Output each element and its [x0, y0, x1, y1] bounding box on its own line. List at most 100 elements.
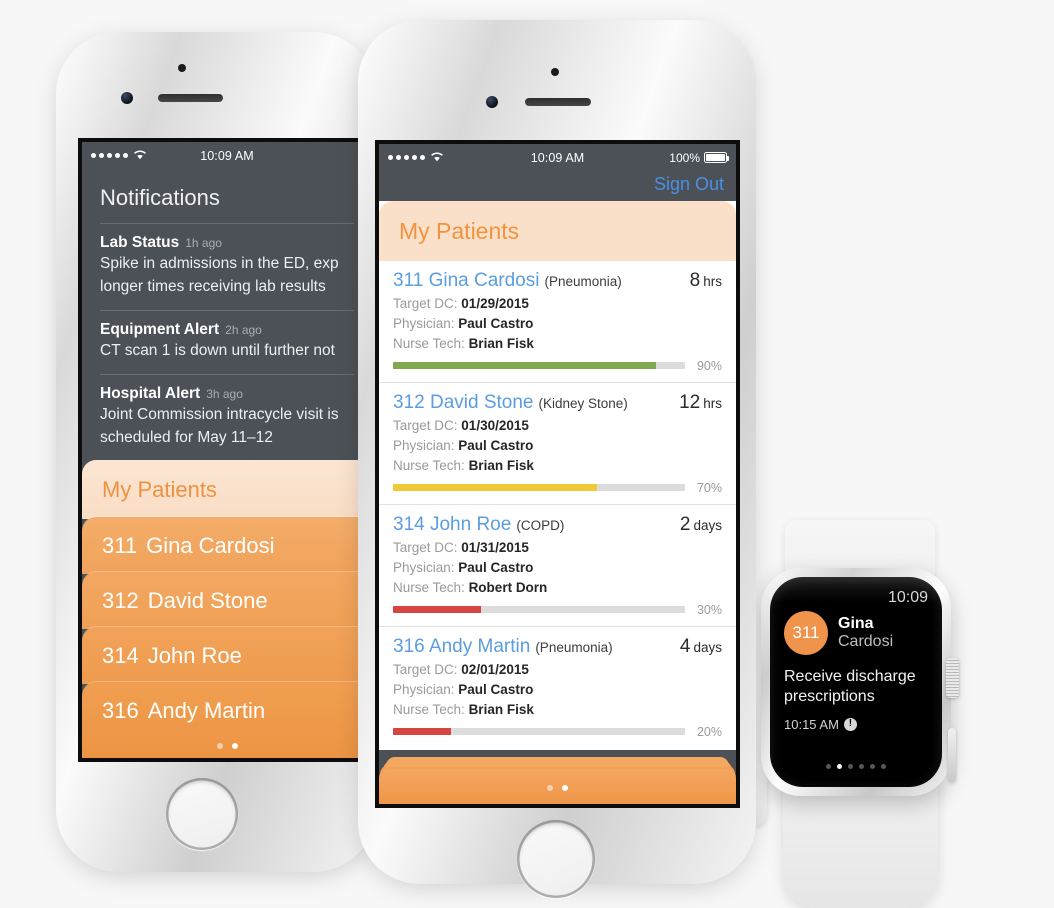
watch-timestamp: 10:15 AM [784, 716, 839, 732]
patient-meta: Target DC: 02/01/2015 Physician: Paul Ca… [393, 660, 722, 720]
patient-physician: Physician: Paul Castro [393, 559, 534, 575]
patient-name: 311 Gina Cardosi [393, 270, 540, 291]
patient-row[interactable]: 316 Andy Martin (Pneumonia) 4 days Target… [379, 625, 736, 748]
home-button-left[interactable] [166, 778, 238, 850]
battery-icon [704, 152, 730, 163]
front-camera-icon [486, 96, 498, 108]
sign-out-bar: Sign Out [379, 171, 736, 201]
patient-time-remaining: 12 hrs [679, 391, 722, 413]
notification-body-line: Spike in admissions in the ED, exp [100, 255, 339, 272]
left-card-header: My Patients [82, 460, 372, 519]
notifications-title: Notifications [100, 185, 220, 210]
notification-item[interactable]: Equipment Alert 2h ago CT scan 1 is down … [100, 309, 354, 374]
patients-header-title: My Patients [379, 201, 736, 261]
progress-fill [393, 606, 481, 614]
progress-label: 90% [696, 358, 722, 373]
left-patient-name: Gina Cardosi [146, 533, 275, 558]
notifications-list: Lab Status 1h ago Spike in admissions in … [82, 223, 372, 462]
patient-target-dc: Target DC: 01/30/2015 [393, 417, 529, 433]
progress-track [393, 484, 685, 492]
digital-crown[interactable] [946, 658, 959, 698]
left-patient-room: 316 [102, 698, 139, 723]
notification-age: 1h ago [185, 236, 222, 250]
left-patient-row[interactable]: 312 David Stone [82, 572, 372, 629]
progress-fill [393, 728, 452, 736]
watch-patient-name: Gina Cardosi [838, 614, 894, 650]
watch-case: 10:09 311 Gina Cardosi Receive discharge… [761, 568, 959, 796]
notification-body-line: longer times receiving lab results [100, 277, 326, 295]
watch-time: 10:09 [887, 589, 928, 606]
notification-item[interactable]: Hospital Alert 3h ago Joint Commission in… [100, 373, 354, 461]
iphone-right-screen: 10:09 AM 100% Sign Out My Patients 311 G… [379, 144, 736, 804]
progress-track [393, 728, 685, 736]
left-patient-name: Andy Martin [147, 698, 266, 723]
earpiece-speaker [158, 94, 223, 102]
front-camera-icon [121, 92, 133, 104]
patient-row-header: 316 Andy Martin (Pneumonia) 4 days [393, 636, 722, 658]
wifi-icon [430, 151, 444, 165]
watch-timestamp-row: 10:15 AM ! [770, 707, 942, 732]
patient-meta: Target DC: 01/29/2015 Physician: Paul Ca… [393, 294, 722, 354]
left-patient-row[interactable]: 311 Gina Cardosi [82, 517, 372, 574]
iphone-left-device: 10:09 AM Notifications Lab Status 1h ago … [56, 32, 376, 872]
notification-title: Hospital Alert 3h ago [100, 384, 243, 402]
signal-dots-icon [91, 153, 128, 158]
patient-meta: Target DC: 01/31/2015 Physician: Paul Ca… [393, 538, 722, 598]
apple-watch-device: 10:09 311 Gina Cardosi Receive discharge… [741, 520, 970, 908]
home-button-right[interactable] [517, 820, 595, 898]
patient-nurse-tech: Nurse Tech: Brian Fisk [393, 701, 534, 717]
patient-progress: 90% [393, 359, 722, 373]
watch-room-badge: 311 [784, 611, 828, 655]
left-patient-row[interactable]: 314 John Roe [82, 627, 372, 684]
left-patient-room: 311 [102, 533, 138, 558]
left-patient-name: John Roe [147, 643, 242, 668]
patient-time-remaining: 8 hrs [689, 270, 722, 291]
patient-diagnosis: (Kidney Stone) [538, 395, 628, 411]
patient-time-remaining: 2 days [679, 513, 722, 535]
patient-nurse-tech: Nurse Tech: Brian Fisk [393, 335, 534, 351]
left-page-indicator[interactable] [82, 743, 372, 749]
left-patient-room: 314 [102, 643, 139, 668]
iphone-left-screen: 10:09 AM Notifications Lab Status 1h ago … [82, 142, 372, 758]
card-edge [386, 757, 729, 767]
watch-message: Receive discharge prescriptions [784, 668, 916, 705]
watch-page-indicator[interactable] [770, 764, 942, 769]
watch-side-button[interactable] [948, 728, 956, 782]
wifi-icon [133, 149, 147, 163]
patient-row[interactable]: 311 Gina Cardosi (Pneumonia) 8 hrs Target… [379, 261, 736, 382]
progress-label: 20% [696, 724, 722, 739]
exclamation-icon: ! [843, 717, 857, 731]
patient-physician: Physician: Paul Castro [393, 315, 534, 331]
watch-band-bottom [783, 778, 938, 908]
patient-meta: Target DC: 01/30/2015 Physician: Paul Ca… [393, 416, 722, 476]
notification-title: Equipment Alert 2h ago [100, 320, 262, 338]
notification-body-line: scheduled for May 11–12 [100, 428, 273, 446]
patient-nurse-tech: Nurse Tech: Robert Dorn [393, 579, 548, 595]
patient-physician: Physician: Paul Castro [393, 681, 534, 697]
sign-out-button[interactable]: Sign Out [654, 174, 724, 194]
patient-row-header: 312 David Stone (Kidney Stone) 12 hrs [393, 392, 722, 414]
bottom-card[interactable] [379, 769, 736, 804]
progress-track [393, 362, 685, 370]
patient-progress: 30% [393, 603, 722, 617]
patient-diagnosis: (COPD) [516, 517, 565, 533]
patient-target-dc: Target DC: 02/01/2015 [393, 661, 529, 677]
status-bar-left: 10:09 AM [82, 142, 372, 169]
patient-target-dc: Target DC: 01/31/2015 [393, 539, 529, 555]
patient-row[interactable]: 312 David Stone (Kidney Stone) 12 hrs Tar… [379, 381, 736, 504]
stacked-cards[interactable] [379, 757, 736, 804]
patient-row-header: 311 Gina Cardosi (Pneumonia) 8 hrs [393, 270, 722, 292]
notification-age: 3h ago [206, 386, 243, 401]
patient-name: 312 David Stone [393, 391, 534, 413]
proximity-sensor-icon [178, 64, 186, 72]
patients-sheet: My Patients 311 Gina Cardosi (Pneumonia)… [379, 201, 736, 748]
progress-label: 70% [696, 480, 722, 495]
right-page-indicator[interactable] [379, 785, 736, 791]
iphone-right-device: 10:09 AM 100% Sign Out My Patients 311 G… [358, 20, 756, 898]
notification-item[interactable]: Lab Status 1h ago Spike in admissions in … [100, 223, 354, 310]
patients-list: 311 Gina Cardosi (Pneumonia) 8 hrs Target… [379, 261, 736, 748]
left-patient-row[interactable]: 316 Andy Martin [82, 682, 372, 758]
patient-row-header: 314 John Roe (COPD) 2 days [393, 514, 722, 536]
patient-row[interactable]: 314 John Roe (COPD) 2 days Target DC: 01/… [379, 503, 736, 626]
patient-name: 316 Andy Martin [393, 635, 531, 657]
